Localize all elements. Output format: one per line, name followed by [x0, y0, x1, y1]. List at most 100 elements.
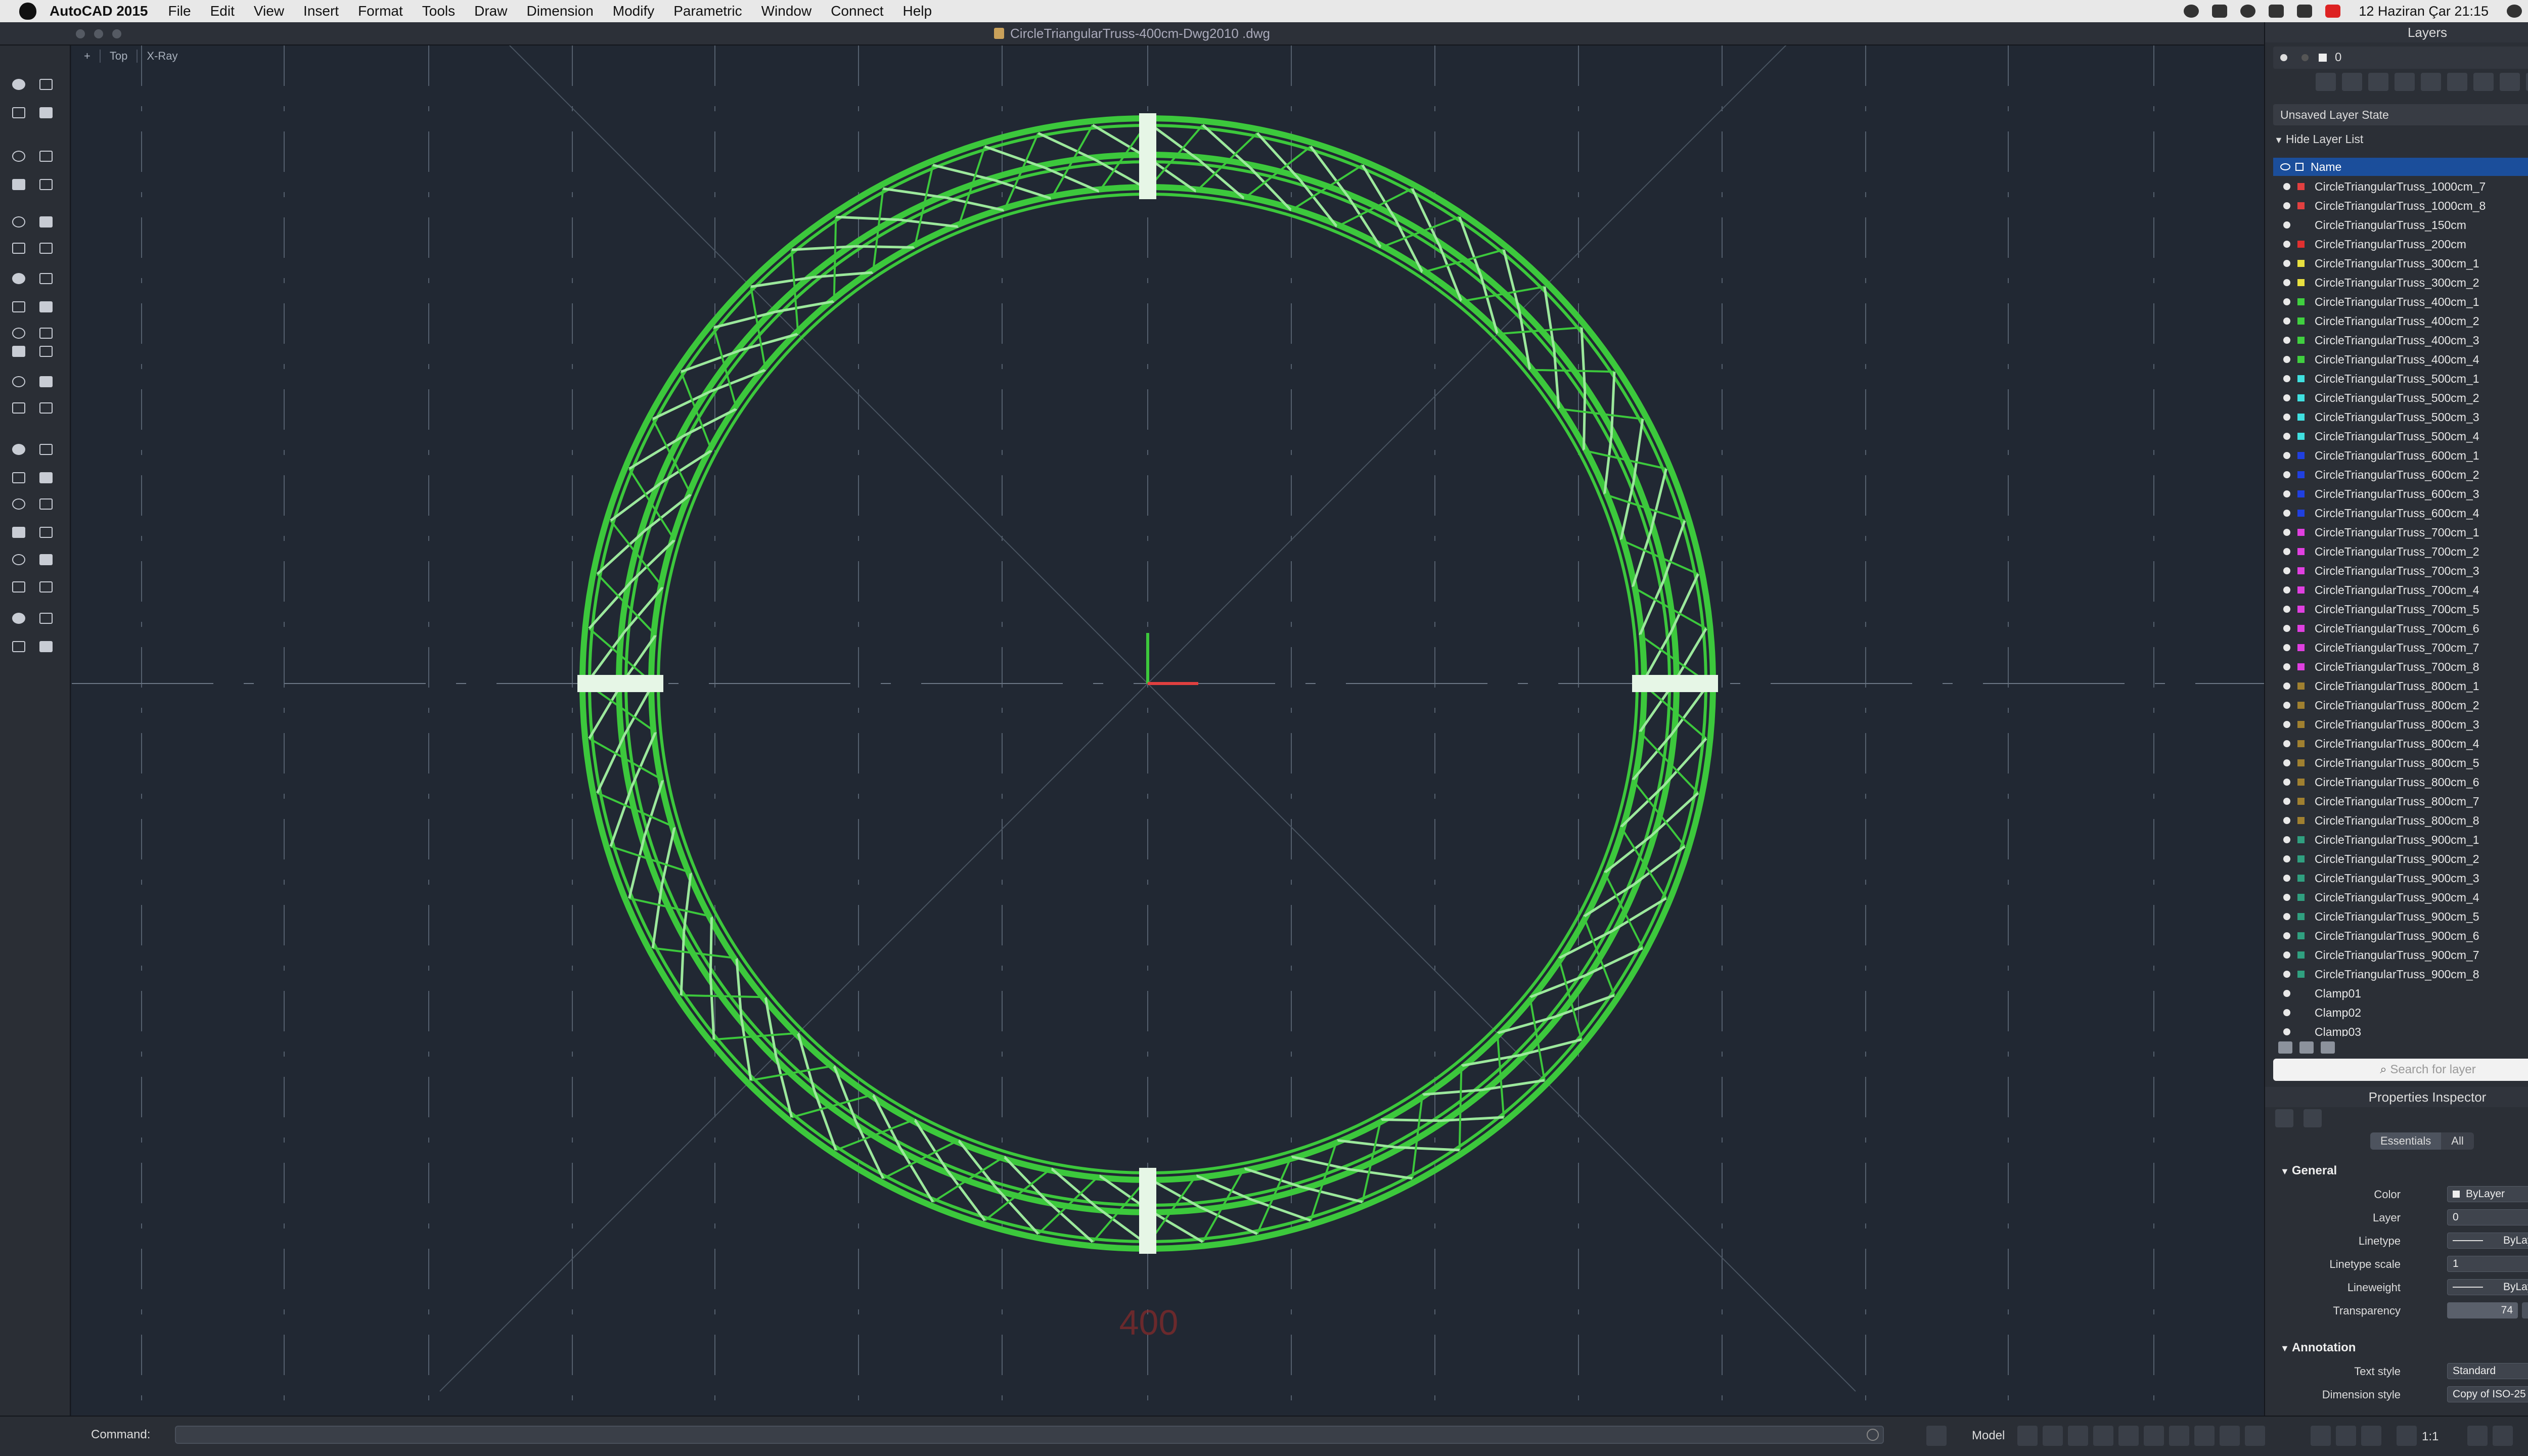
layer-color-swatch[interactable]: [2297, 798, 2305, 805]
layer-row[interactable]: CircleTriangularTruss_500cm_1: [2273, 369, 2528, 388]
extend-icon[interactable]: [36, 469, 56, 486]
visibility-icon[interactable]: [2283, 260, 2290, 267]
menu-help[interactable]: Help: [903, 3, 932, 19]
annotation-visibility-icon[interactable]: [2467, 1426, 2488, 1446]
layer-unisolate-icon[interactable]: [2342, 73, 2362, 91]
general-section-header[interactable]: General: [2280, 1164, 2337, 1178]
layer-row[interactable]: CircleTriangularTruss_800cm_8: [2273, 811, 2528, 830]
layer-color-swatch[interactable]: [2297, 221, 2305, 229]
annotation-section-header[interactable]: Annotation: [2280, 1341, 2356, 1355]
layer-color-swatch[interactable]: [2297, 971, 2305, 978]
ortho-icon[interactable]: [2093, 1426, 2113, 1446]
app-name[interactable]: AutoCAD 2015: [50, 3, 148, 19]
zoom-icon[interactable]: [2336, 1426, 2356, 1446]
layer-color-swatch[interactable]: [2297, 913, 2305, 920]
text-style-dropdown[interactable]: Standard: [2447, 1363, 2528, 1379]
layer-color-swatch[interactable]: [2297, 202, 2305, 209]
minimize-window-button[interactable]: [94, 29, 103, 38]
layer-row[interactable]: CircleTriangularTruss_700cm_6: [2273, 619, 2528, 638]
zoom-window-button[interactable]: [112, 29, 121, 38]
visibility-icon[interactable]: [2283, 202, 2290, 209]
line-icon[interactable]: [9, 148, 28, 165]
visibility-icon[interactable]: [2283, 817, 2290, 824]
visibility-icon[interactable]: [2283, 510, 2290, 517]
layer-color-swatch[interactable]: [2297, 721, 2305, 728]
wifi-icon[interactable]: [2269, 5, 2284, 18]
layer-row[interactable]: CircleTriangularTruss_1000cm_8: [2273, 196, 2528, 215]
trim-icon[interactable]: [9, 469, 28, 486]
layer-color-swatch[interactable]: [2297, 951, 2305, 959]
layer-color-swatch[interactable]: [2297, 548, 2305, 555]
visibility-icon[interactable]: [2283, 241, 2290, 248]
visibility-icon[interactable]: [2283, 606, 2290, 613]
region-icon[interactable]: [9, 325, 28, 342]
visibility-icon[interactable]: [2283, 356, 2290, 363]
visibility-icon[interactable]: [2283, 855, 2290, 862]
layer-color-swatch[interactable]: [2297, 663, 2305, 670]
annotation-scale-icon[interactable]: [2397, 1426, 2417, 1446]
visibility-icon[interactable]: [2283, 586, 2290, 594]
tab-all[interactable]: All: [2441, 1132, 2474, 1150]
layer-row[interactable]: CircleTriangularTruss_600cm_4: [2273, 504, 2528, 523]
layer-row[interactable]: CircleTriangularTruss_700cm_5: [2273, 600, 2528, 619]
visibility-icon[interactable]: [2283, 394, 2290, 401]
fill-icon[interactable]: [9, 298, 28, 315]
snap-icon[interactable]: [2043, 1426, 2063, 1446]
layer-isolate-icon[interactable]: [2316, 73, 2336, 91]
layer-unlock-icon[interactable]: [2500, 73, 2520, 91]
layer-color-swatch[interactable]: [2297, 932, 2305, 939]
explode-icon[interactable]: [9, 551, 28, 568]
text-icon[interactable]: [36, 610, 56, 627]
spotlight-search-icon[interactable]: [2507, 5, 2522, 18]
menubar-clock[interactable]: 12 Haziran Çar 21:15: [2359, 4, 2489, 19]
visibility-icon[interactable]: [2283, 414, 2290, 421]
layer-row[interactable]: CircleTriangularTruss_700cm_8: [2273, 657, 2528, 676]
redo-icon[interactable]: [36, 104, 56, 121]
settings-icon[interactable]: [2240, 5, 2256, 18]
layer-row[interactable]: CircleTriangularTruss_900cm_3: [2273, 869, 2528, 888]
dimension-icon[interactable]: [9, 578, 28, 596]
array-icon[interactable]: [36, 399, 56, 417]
break-icon[interactable]: [9, 524, 28, 541]
visibility-icon[interactable]: [2283, 529, 2290, 536]
visibility-icon[interactable]: [2283, 625, 2290, 632]
visibility-icon[interactable]: [2283, 471, 2290, 478]
visibility-column-icon[interactable]: [2280, 163, 2290, 170]
layer-color-swatch[interactable]: [2297, 644, 2305, 651]
move-icon[interactable]: [9, 343, 28, 360]
layer-row[interactable]: CircleTriangularTruss_800cm_7: [2273, 792, 2528, 811]
color-dropdown[interactable]: ByLayer: [2447, 1186, 2528, 1202]
rotate-icon[interactable]: [36, 343, 56, 360]
select-icon[interactable]: [9, 76, 28, 93]
new-layer-icon[interactable]: [2278, 1041, 2292, 1054]
layer-color-swatch[interactable]: [2297, 337, 2305, 344]
layer-match-icon[interactable]: [2526, 73, 2528, 91]
layer-row[interactable]: CircleTriangularTruss_900cm_6: [2273, 926, 2528, 945]
visibility-icon[interactable]: [2283, 433, 2290, 440]
layer-state-dropdown[interactable]: Unsaved Layer State: [2273, 104, 2528, 125]
lineweight-icon[interactable]: [2194, 1426, 2215, 1446]
layer-row[interactable]: CircleTriangularTruss_600cm_2: [2273, 465, 2528, 484]
layer-row[interactable]: Clamp01: [2273, 984, 2528, 1003]
layer-row[interactable]: CircleTriangularTruss_400cm_1: [2273, 292, 2528, 311]
select-objects-icon[interactable]: [2304, 1109, 2322, 1127]
menu-draw[interactable]: Draw: [474, 3, 507, 19]
layer-row[interactable]: CircleTriangularTruss_400cm_3: [2273, 331, 2528, 350]
layer-color-swatch[interactable]: [2297, 433, 2305, 440]
command-input[interactable]: [175, 1426, 1884, 1444]
grid-layout-icon[interactable]: [1926, 1426, 1947, 1446]
visibility-icon[interactable]: [2283, 317, 2290, 325]
spline-icon[interactable]: [36, 176, 56, 193]
layer-color-swatch[interactable]: [2297, 990, 2305, 997]
layer-color-swatch[interactable]: [2297, 625, 2305, 632]
layer-row[interactable]: CircleTriangularTruss_500cm_4: [2273, 427, 2528, 446]
layer-color-swatch[interactable]: [2297, 394, 2305, 401]
layer-color-swatch[interactable]: [2297, 682, 2305, 690]
layer-row[interactable]: CircleTriangularTruss_500cm_3: [2273, 407, 2528, 427]
mirror-icon[interactable]: [9, 441, 28, 458]
layer-row[interactable]: CircleTriangularTruss_900cm_1: [2273, 830, 2528, 849]
menu-format[interactable]: Format: [358, 3, 403, 19]
layer-color-swatch[interactable]: [2297, 875, 2305, 882]
layer-row[interactable]: CircleTriangularTruss_900cm_5: [2273, 907, 2528, 926]
stretch-icon[interactable]: [36, 373, 56, 390]
